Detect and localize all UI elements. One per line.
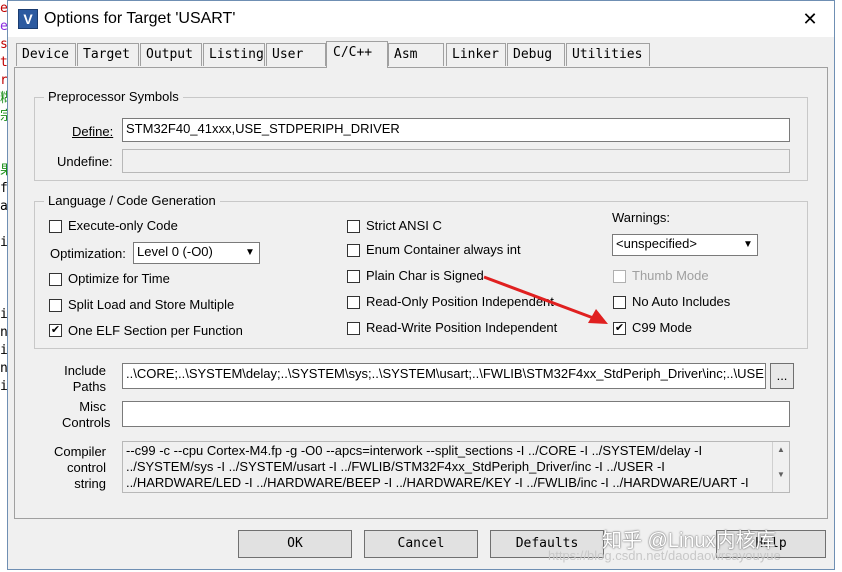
chevron-down-icon[interactable]: ▼ <box>241 243 259 263</box>
ok-button[interactable]: OK <box>238 530 352 558</box>
plain-char-checkbox[interactable] <box>347 270 360 283</box>
c99-mode-label: C99 Mode <box>632 320 692 335</box>
tab-device[interactable]: Device <box>16 43 76 66</box>
optimization-select[interactable]: Level 0 (-O0) ▼ <box>133 242 260 264</box>
enum-container-checkbox[interactable] <box>347 244 360 257</box>
window-title: Options for Target 'USART' <box>44 10 236 27</box>
include-paths-browse-button[interactable]: ... <box>770 363 794 389</box>
misc-label-line1: Misc <box>79 399 106 414</box>
warnings-select[interactable]: <unspecified> ▼ <box>612 234 758 256</box>
misc-controls-input[interactable] <box>122 401 790 427</box>
preprocessor-group-title: Preprocessor Symbols <box>44 89 183 104</box>
execute-only-label: Execute-only Code <box>68 218 178 233</box>
thumb-mode-label: Thumb Mode <box>632 268 709 283</box>
include-label-line2: Paths <box>72 379 106 394</box>
compiler-string-line: ../SYSTEM/sys -I ../SYSTEM/usart -I ../F… <box>126 459 665 474</box>
watermark-url: https://blog.csdn.net/daodaowrsayouyue <box>548 548 781 563</box>
strict-ansi-label: Strict ANSI C <box>366 218 442 233</box>
compiler-control-string-label: Compiler control string <box>50 444 106 492</box>
tab-c-cpp[interactable]: C/C++ <box>326 41 388 68</box>
ro-position-checkbox[interactable] <box>347 296 360 309</box>
tab-asm[interactable]: Asm <box>388 43 444 66</box>
tab-target[interactable]: Target <box>77 43 139 66</box>
misc-controls-label: Misc Controls <box>62 399 110 431</box>
undefine-input[interactable] <box>122 149 790 173</box>
warnings-value: <unspecified> <box>616 236 697 251</box>
split-load-label: Split Load and Store Multiple <box>68 297 235 312</box>
no-auto-includes-label: No Auto Includes <box>632 294 731 309</box>
define-input[interactable]: STM32F40_41xxx,USE_STDPERIPH_DRIVER <box>122 118 790 142</box>
optimize-time-label: Optimize for Time <box>68 271 170 286</box>
include-label-line1: Include <box>64 363 106 378</box>
compiler-string-scrollbar[interactable]: ▲ ▼ <box>772 442 789 492</box>
execute-only-checkbox[interactable] <box>49 220 62 233</box>
language-group-title: Language / Code Generation <box>44 193 220 208</box>
compiler-string-line: ../HARDWARE/LED -I ../HARDWARE/BEEP -I .… <box>126 475 749 490</box>
warnings-label: Warnings: <box>612 210 671 225</box>
compiler-label-line1: Compiler <box>53 444 106 459</box>
tab-linker[interactable]: Linker <box>446 43 506 66</box>
define-label: Define: <box>72 124 113 139</box>
enum-container-label: Enum Container always int <box>366 242 521 257</box>
optimization-value: Level 0 (-O0) <box>137 244 213 259</box>
include-paths-label: Include Paths <box>62 363 106 395</box>
one-elf-checkbox[interactable]: ✔ <box>49 324 62 337</box>
options-dialog: V Options for Target 'USART' ✕ Device Ta… <box>7 0 835 570</box>
scroll-up-icon[interactable]: ▲ <box>773 445 789 454</box>
optimization-label: Optimization: <box>50 246 126 261</box>
strict-ansi-checkbox[interactable] <box>347 220 360 233</box>
compiler-control-string-box[interactable]: --c99 -c --cpu Cortex-M4.fp -g -O0 --apc… <box>122 441 790 493</box>
tab-listing[interactable]: Listing <box>203 43 265 66</box>
one-elf-label: One ELF Section per Function <box>68 323 243 338</box>
tab-user[interactable]: User <box>266 43 326 66</box>
compiler-label-line3: string <box>74 476 106 491</box>
define-label-text: Define: <box>72 124 114 139</box>
misc-label-line2: Controls <box>62 415 111 430</box>
undefine-label: Undefine: <box>57 154 113 169</box>
tab-utilities[interactable]: Utilities <box>566 43 650 66</box>
compiler-label-line2: control <box>66 460 106 475</box>
split-load-checkbox[interactable] <box>49 299 62 312</box>
rw-position-checkbox[interactable] <box>347 322 360 335</box>
tab-debug[interactable]: Debug <box>507 43 565 66</box>
include-paths-input[interactable]: ..\CORE;..\SYSTEM\delay;..\SYSTEM\sys;..… <box>122 363 766 389</box>
close-icon[interactable]: ✕ <box>790 5 830 33</box>
tab-output[interactable]: Output <box>140 43 202 66</box>
annotation-arrow <box>483 275 608 324</box>
chevron-down-icon[interactable]: ▼ <box>739 235 757 255</box>
cancel-button[interactable]: Cancel <box>364 530 478 558</box>
compiler-string-line: --c99 -c --cpu Cortex-M4.fp -g -O0 --apc… <box>126 443 703 458</box>
optimize-time-checkbox[interactable] <box>49 273 62 286</box>
title-bar: V Options for Target 'USART' ✕ <box>8 1 834 37</box>
scroll-down-icon[interactable]: ▼ <box>773 470 789 479</box>
plain-char-label: Plain Char is Signed <box>366 268 484 283</box>
keil-logo-icon: V <box>18 9 38 29</box>
checkmark-icon: ✔ <box>50 324 61 336</box>
